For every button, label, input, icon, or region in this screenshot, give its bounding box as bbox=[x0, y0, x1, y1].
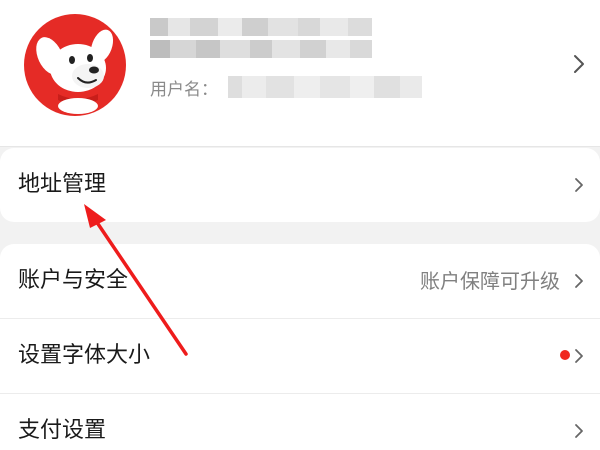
settings-screen: 用户名： 地址管理 账户与安全 账户保障可升级 设置字体大小 支付设置 bbox=[0, 0, 600, 450]
settings-card: 账户与安全 账户保障可升级 设置字体大小 支付设置 bbox=[0, 244, 600, 450]
username-line: 用户名： bbox=[150, 72, 422, 102]
chevron-right-icon bbox=[575, 178, 583, 192]
username-label: 用户名： bbox=[150, 79, 218, 100]
new-badge-dot bbox=[560, 350, 570, 360]
account-security-label: 账户与安全 bbox=[18, 268, 129, 293]
chevron-right-icon bbox=[574, 55, 584, 73]
menu-item-address[interactable]: 地址管理 bbox=[0, 148, 600, 222]
menu-item-account-security[interactable]: 账户与安全 账户保障可升级 bbox=[0, 244, 600, 318]
jd-dog-mascot-icon bbox=[24, 14, 126, 116]
payment-label: 支付设置 bbox=[18, 418, 107, 443]
chevron-right-icon bbox=[575, 274, 583, 288]
profile-header[interactable]: 用户名： bbox=[0, 0, 600, 147]
avatar[interactable] bbox=[24, 14, 126, 116]
chevron-right-icon bbox=[575, 424, 583, 438]
menu-item-font-size[interactable]: 设置字体大小 bbox=[0, 319, 600, 393]
font-size-label: 设置字体大小 bbox=[18, 343, 151, 368]
address-label: 地址管理 bbox=[18, 172, 107, 197]
address-card: 地址管理 bbox=[0, 148, 600, 222]
account-security-hint: 账户保障可升级 bbox=[420, 269, 560, 293]
chevron-right-icon bbox=[575, 349, 583, 363]
menu-item-payment[interactable]: 支付设置 bbox=[0, 394, 600, 450]
nickname-redacted bbox=[150, 18, 380, 58]
username-redacted bbox=[228, 76, 422, 98]
